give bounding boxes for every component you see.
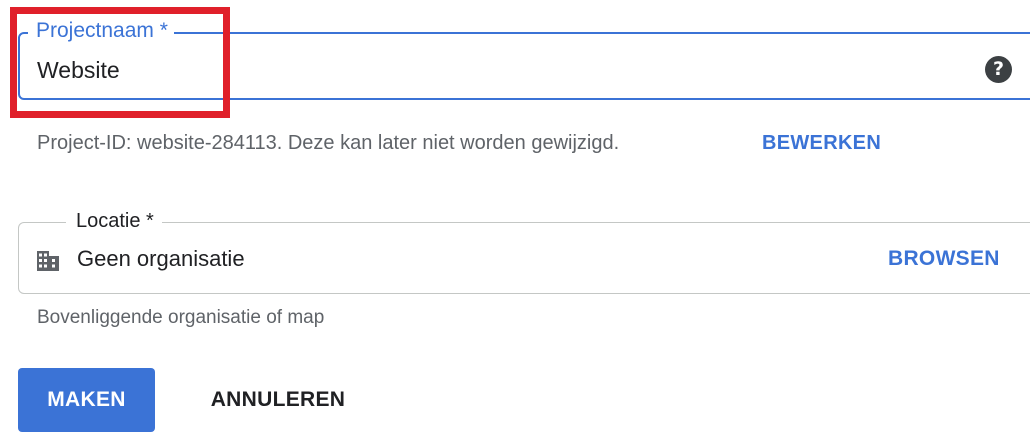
location-value: Geen organisatie bbox=[77, 246, 245, 271]
cancel-button[interactable]: ANNULEREN bbox=[188, 368, 368, 432]
project-name-value[interactable]: Website bbox=[37, 56, 120, 84]
edit-project-id-button[interactable]: BEWERKEN bbox=[762, 130, 881, 156]
location-label: Locatie * bbox=[66, 208, 162, 234]
building-icon bbox=[37, 251, 59, 271]
new-project-form: Projectnaam * Website ? Project-ID: webs… bbox=[0, 0, 1030, 432]
location-helper-text: Bovenliggende organisatie of map bbox=[37, 307, 325, 328]
project-name-label: Projectnaam * bbox=[28, 18, 174, 44]
project-id-text: Project-ID: website-284113. Deze kan lat… bbox=[37, 132, 620, 154]
create-button[interactable]: MAKEN bbox=[18, 368, 155, 432]
browse-button[interactable]: BROWSEN bbox=[888, 245, 1000, 273]
help-circle-icon[interactable]: ? bbox=[985, 56, 1012, 83]
